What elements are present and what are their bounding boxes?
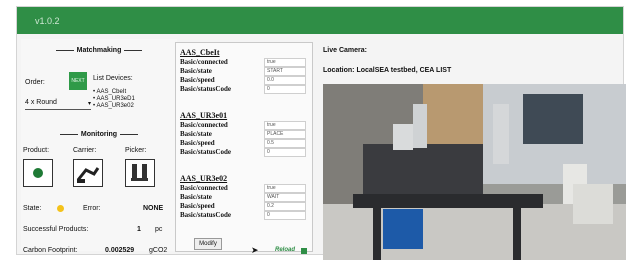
robot-arm-icon xyxy=(76,167,100,183)
carbon-footprint-unit: gCO2 xyxy=(149,247,168,254)
property-value-field[interactable]: 0.2 xyxy=(264,202,306,211)
matchmaking-title: Matchmaking xyxy=(21,47,177,54)
property-value-field[interactable]: START xyxy=(264,67,306,76)
reload-icon[interactable] xyxy=(301,248,307,254)
product-status-box xyxy=(23,159,53,187)
strategy-value: 4 x Round xyxy=(25,99,57,106)
property-key: Basic/connected xyxy=(180,58,228,66)
property-key: Basic/state xyxy=(180,193,212,201)
property-key: Basic/speed xyxy=(180,202,215,210)
devices-label: List Devices: xyxy=(93,75,133,82)
live-camera-feed xyxy=(323,84,626,260)
camera-image xyxy=(323,84,626,260)
device-title: AAS_UR3e01 xyxy=(180,111,228,120)
reload-button[interactable]: Reload xyxy=(275,247,295,253)
property-key: Basic/statusCode xyxy=(180,211,231,219)
property-value-field[interactable]: 0 xyxy=(264,85,306,94)
app-window: v1.0.2 Matchmaking Order: NEXT List Devi… xyxy=(16,6,626,260)
property-value-field[interactable]: WAIT xyxy=(264,193,306,202)
strategy-select[interactable]: 4 x Round ▾ xyxy=(25,99,91,110)
property-value-field[interactable]: 0.0 xyxy=(264,76,306,85)
property-value-field[interactable]: true xyxy=(264,184,306,193)
carbon-footprint-label: Carbon Footprint: xyxy=(23,247,78,254)
next-order-button[interactable]: NEXT xyxy=(69,72,87,90)
chevron-down-icon: ▾ xyxy=(87,101,91,107)
header-bar: v1.0.2 xyxy=(17,7,623,34)
successful-products-unit: pc xyxy=(155,226,163,233)
control-panel: Matchmaking Order: NEXT List Devices: • … xyxy=(21,39,177,254)
successful-products-value: 1 xyxy=(137,226,141,233)
device-title: AAS_UR3e02 xyxy=(180,174,228,183)
property-key: Basic/state xyxy=(180,130,212,138)
app-version: v1.0.2 xyxy=(35,16,60,26)
property-value-field[interactable]: 0.5 xyxy=(264,139,306,148)
property-value-field[interactable]: true xyxy=(264,58,306,67)
device-title: AAS_CbeIt xyxy=(180,48,220,57)
error-value: NONE xyxy=(143,205,164,212)
product-label: Product: xyxy=(23,147,50,154)
property-key: Basic/statusCode xyxy=(180,85,231,93)
mouse-cursor-icon: ➤ xyxy=(251,245,259,255)
picker-status-box xyxy=(125,159,155,187)
property-key: Basic/state xyxy=(180,67,212,75)
picker-label: Picker: xyxy=(125,147,147,154)
device-list-item: • AAS_UR3eD1 xyxy=(93,96,135,102)
camera-title: Live Camera: xyxy=(323,47,367,54)
property-key: Basic/connected xyxy=(180,184,228,192)
property-key: Basic/speed xyxy=(180,76,215,84)
state-label: State: xyxy=(23,205,42,212)
camera-location: Location: LocalSEA testbed, CEA LIST xyxy=(323,67,452,74)
order-label: Order: xyxy=(25,79,45,86)
carrier-label: Carrier: xyxy=(73,147,97,154)
property-key: Basic/statusCode xyxy=(180,148,231,156)
property-value-field[interactable]: 0 xyxy=(264,211,306,220)
modify-button[interactable]: Modify xyxy=(194,238,222,250)
device-list-item: • AAS_UR3e02 xyxy=(93,103,134,109)
property-value-field[interactable]: true xyxy=(264,121,306,130)
property-value-field[interactable]: 0 xyxy=(264,148,306,157)
carbon-footprint-value: 0.002529 xyxy=(105,247,135,254)
error-label: Error: xyxy=(83,205,101,212)
property-key: Basic/connected xyxy=(180,121,228,129)
gripper-icon xyxy=(131,164,148,181)
successful-products-label: Successful Products: xyxy=(23,226,89,233)
property-key: Basic/speed xyxy=(180,139,215,147)
monitoring-title: Monitoring xyxy=(21,131,177,138)
property-value-field[interactable]: PLACE xyxy=(264,130,306,139)
device-properties-panel: AAS_CbeIt Basic/connected true Basic/sta… xyxy=(175,42,313,252)
carrier-status-box xyxy=(73,159,103,187)
device-list-item: • AAS_CbeIt xyxy=(93,89,127,95)
device-list: • AAS_CbeIt • AAS_UR3eD1 • AAS_UR3e02 xyxy=(93,89,135,110)
state-indicator-icon xyxy=(57,205,64,212)
product-icon xyxy=(33,168,43,178)
